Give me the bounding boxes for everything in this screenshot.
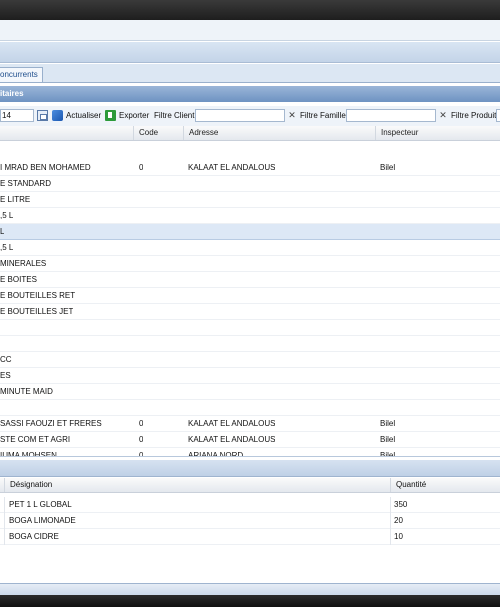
detail-grid-header: Désignation Quantité — [0, 478, 500, 493]
column-header-quantity[interactable]: Quantité — [390, 478, 500, 492]
row-designation: BOGA CIDRE — [9, 532, 59, 541]
column-separator — [4, 497, 5, 513]
row-name: MINERALES — [0, 259, 47, 268]
date-field[interactable]: 14 — [0, 109, 34, 122]
table-row[interactable] — [0, 320, 500, 336]
row-address: KALAAT EL ANDALOUS — [188, 163, 276, 172]
detail-panel-header — [0, 460, 500, 477]
row-name: E LITRE — [0, 195, 31, 204]
column-separator — [390, 497, 391, 513]
table-row[interactable]: ,5 L — [0, 208, 500, 224]
row-address: ARIANA NORD — [188, 451, 244, 456]
table-row[interactable]: E BOUTEILLES JET — [0, 304, 500, 320]
panel-title: itaires — [0, 89, 24, 98]
row-name: ES — [0, 371, 11, 380]
row-quantity: 10 — [394, 532, 403, 541]
column-header-designation[interactable]: Désignation — [4, 478, 390, 492]
detail-grid: Désignation Quantité PET 1 L GLOBAL 350 BO… — [0, 478, 500, 595]
column-header-address[interactable]: Adresse — [183, 126, 375, 140]
table-row[interactable]: E BOUTEILLES RET — [0, 288, 500, 304]
table-row[interactable]: E BOITES — [0, 272, 500, 288]
row-quantity: 350 — [394, 500, 408, 509]
clear-family-icon[interactable]: ✕ — [438, 108, 448, 122]
tab-concurrents[interactable]: oncurrents — [0, 67, 43, 82]
table-row[interactable]: ES — [0, 368, 500, 384]
column-header-inspector[interactable]: Inspecteur — [375, 126, 500, 140]
table-row[interactable]: STE COM ET AGRI 0 KALAAT EL ANDALOUS Bilel — [0, 432, 500, 448]
calendar-icon[interactable] — [37, 110, 48, 121]
row-name: ,5 L — [0, 211, 14, 220]
refresh-icon[interactable] — [52, 110, 63, 121]
row-code: 0 — [139, 435, 144, 444]
tab-bar: oncurrents — [0, 64, 500, 83]
main-grid: Code Adresse Inspecteur I MRAD BEN MOHAM… — [0, 126, 500, 456]
row-designation: PET 1 L GLOBAL — [9, 500, 72, 509]
column-separator — [4, 513, 5, 529]
row-name: E BOITES — [0, 275, 37, 284]
window-title-bar — [0, 0, 500, 20]
table-row[interactable] — [0, 400, 500, 416]
section-band — [0, 42, 500, 63]
row-address: KALAAT EL ANDALOUS — [188, 435, 276, 444]
table-row[interactable] — [0, 336, 500, 352]
row-name: E BOUTEILLES RET — [0, 291, 76, 300]
row-inspector: Bilel — [380, 435, 396, 444]
row-name: ,5 L — [0, 243, 14, 252]
table-row[interactable]: SASSI FAOUZI ET FRERES 0 KALAAT EL ANDALOU… — [0, 416, 500, 432]
row-name: E BOUTEILLES JET — [0, 307, 74, 316]
table-row[interactable]: BOGA LIMONADE 20 — [0, 513, 500, 529]
table-row[interactable]: MINERALES — [0, 256, 500, 272]
column-header-code[interactable]: Code — [133, 126, 183, 140]
row-designation: BOGA LIMONADE — [9, 516, 76, 525]
table-row[interactable]: PET 1 L GLOBAL 350 — [0, 497, 500, 513]
table-row[interactable]: L — [0, 224, 500, 240]
main-grid-header: Code Adresse Inspecteur — [0, 126, 500, 141]
row-inspector: Bilel — [380, 451, 396, 456]
row-code: 0 — [139, 419, 144, 428]
row-name: IUMA MOHSEN — [0, 451, 57, 456]
export-icon[interactable] — [105, 110, 116, 121]
column-separator — [4, 529, 5, 545]
row-name: E STANDARD — [0, 179, 51, 188]
table-row[interactable]: MINUTE MAID — [0, 384, 500, 400]
table-row[interactable]: BOGA CIDRE 10 — [0, 529, 500, 545]
row-quantity: 20 — [394, 516, 403, 525]
family-filter-input[interactable] — [346, 109, 436, 122]
table-row[interactable]: CC — [0, 352, 500, 368]
row-inspector: Bilel — [380, 163, 396, 172]
application-body: oncurrents itaires 14 Actualiser Exporte… — [0, 20, 500, 595]
bottom-frame — [0, 595, 500, 607]
row-name: L — [0, 227, 5, 236]
export-button[interactable]: Exporter — [119, 106, 149, 126]
product-filter-input[interactable] — [496, 109, 500, 122]
refresh-button[interactable]: Actualiser — [66, 106, 101, 126]
column-separator — [390, 513, 391, 529]
client-filter-input[interactable] — [195, 109, 285, 122]
row-address: KALAAT EL ANDALOUS — [188, 419, 276, 428]
table-row[interactable]: E STANDARD — [0, 176, 500, 192]
row-name: MINUTE MAID — [0, 387, 53, 396]
family-filter-label: Filtre Famille: — [300, 111, 349, 120]
row-name: I MRAD BEN MOHAMED — [0, 163, 91, 172]
panel-header: itaires — [0, 86, 500, 102]
row-code: 0 — [139, 451, 144, 456]
client-filter-label: Filtre Client: — [154, 111, 197, 120]
row-name: CC — [0, 355, 12, 364]
table-row[interactable]: E LITRE — [0, 192, 500, 208]
address-strip — [0, 20, 500, 41]
column-separator — [390, 529, 391, 545]
row-inspector: Bilel — [380, 419, 396, 428]
row-name: SASSI FAOUZI ET FRERES — [0, 419, 102, 428]
status-bar — [0, 583, 500, 595]
clear-client-icon[interactable]: ✕ — [287, 108, 297, 122]
row-name: STE COM ET AGRI — [0, 435, 71, 444]
table-row[interactable]: ,5 L — [0, 240, 500, 256]
row-code: 0 — [139, 163, 144, 172]
table-row[interactable]: IUMA MOHSEN 0 ARIANA NORD Bilel — [0, 448, 500, 456]
product-filter-label: Filtre Produit: — [451, 111, 499, 120]
toolbar: 14 Actualiser Exporter Filtre Client: ✕ … — [0, 106, 500, 127]
table-row[interactable]: I MRAD BEN MOHAMED 0 KALAAT EL ANDALOUS Bil… — [0, 160, 500, 176]
